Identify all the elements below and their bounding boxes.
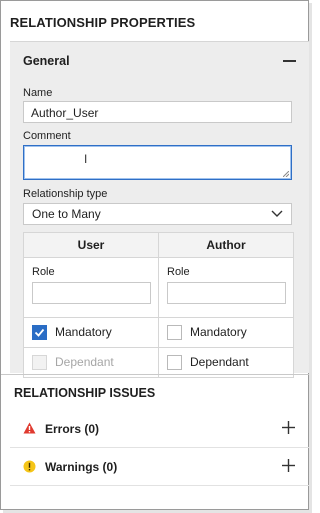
user-mandatory-checkbox[interactable] [32, 325, 47, 340]
name-input[interactable]: Author_User [23, 101, 292, 123]
errors-row[interactable]: Errors (0) [10, 409, 310, 447]
error-triangle-icon [23, 422, 36, 434]
issues-title: RELATIONSHIP ISSUES [14, 386, 156, 400]
row-divider [10, 485, 310, 486]
relationship-table: User Author Role Role Mandatory Mandator… [23, 232, 294, 378]
relationship-type-label: Relationship type [23, 188, 108, 200]
user-mandatory-row[interactable]: Mandatory [24, 318, 158, 347]
name-label: Name [23, 87, 53, 99]
checkmark-icon [34, 328, 45, 337]
general-section: General Name Author_User Comment I Relat… [10, 41, 310, 378]
column-header-author: Author [158, 232, 294, 258]
user-dependant-row: Dependant [24, 348, 158, 377]
author-mandatory-row[interactable]: Mandatory [159, 318, 293, 347]
warnings-label: Warnings (0) [45, 460, 118, 474]
expand-plus-icon[interactable] [282, 459, 295, 472]
author-mandatory-checkbox[interactable] [167, 325, 182, 340]
section-divider [1, 374, 310, 375]
user-dependant-label: Dependant [55, 355, 114, 369]
expand-plus-icon[interactable] [282, 421, 295, 434]
panel-shadow [309, 3, 312, 513]
author-dependant-checkbox[interactable] [167, 355, 182, 370]
chevron-down-icon [271, 210, 283, 217]
column-header-user: User [23, 232, 159, 258]
relationship-type-value: One to Many [32, 207, 101, 221]
comment-textarea[interactable]: I [23, 145, 292, 180]
comment-label: Comment [23, 130, 71, 142]
warning-icon [23, 460, 36, 473]
user-mandatory-label: Mandatory [55, 325, 112, 339]
errors-label: Errors (0) [45, 422, 100, 436]
author-role-label: Role [167, 266, 190, 278]
panel-title: RELATIONSHIP PROPERTIES [10, 15, 196, 30]
user-role-cell: Role [24, 258, 158, 317]
author-dependant-row[interactable]: Dependant [159, 348, 293, 377]
relationship-properties-panel: RELATIONSHIP PROPERTIES General Name Aut… [0, 0, 310, 510]
general-section-header[interactable]: General [10, 42, 310, 80]
user-role-label: Role [32, 266, 55, 278]
author-role-input[interactable] [167, 282, 286, 304]
user-dependant-checkbox [32, 355, 47, 370]
author-dependant-label: Dependant [190, 355, 249, 369]
resize-grip-icon[interactable] [283, 171, 289, 177]
general-section-title: General [23, 54, 70, 68]
warnings-row[interactable]: Warnings (0) [10, 447, 310, 485]
relationship-type-select[interactable]: One to Many [23, 203, 292, 225]
author-mandatory-label: Mandatory [190, 325, 247, 339]
author-role-cell: Role [159, 258, 293, 317]
collapse-minus-icon[interactable] [283, 60, 296, 62]
user-role-input[interactable] [32, 282, 151, 304]
text-cursor-icon: I [84, 152, 88, 166]
